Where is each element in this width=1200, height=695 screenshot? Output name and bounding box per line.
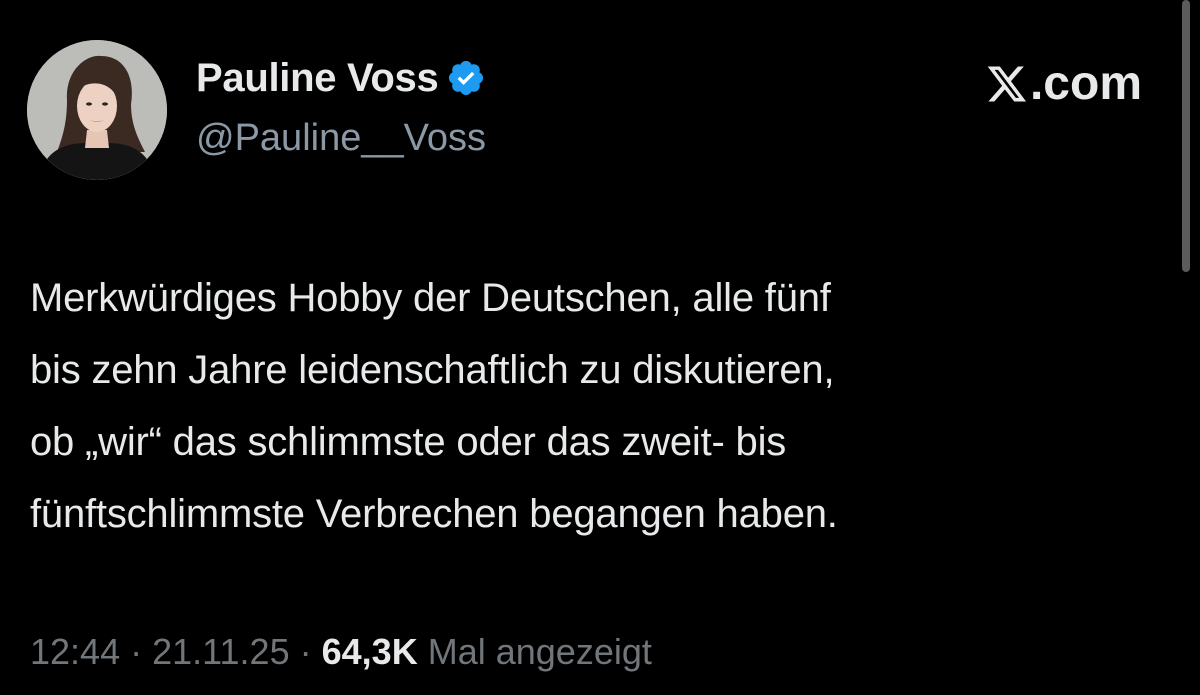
tweet-text-line: bis zehn Jahre leidenschaftlich zu disku… [30,348,835,392]
author-name-row: Pauline Voss [196,52,486,104]
avatar[interactable] [27,40,167,180]
meta-separator: · [130,631,143,672]
tweet-card: Pauline Voss @Pauline__Voss .com Merkwür… [0,0,1200,695]
scrollbar[interactable] [1182,0,1192,272]
tweet-text-line: ob „wir“ das schlimmste oder das zweit- … [30,420,787,464]
verified-badge-icon [446,58,486,98]
scrollbar-thumb[interactable] [1182,0,1190,272]
meta-separator: · [299,631,312,672]
views-label: Mal angezeigt [427,631,652,672]
tweet-meta: 12:44 · 21.11.25 · 64,3K Mal angezeigt [30,628,652,676]
brand-x-letter [986,64,1028,104]
author-display-name[interactable]: Pauline Voss [196,52,439,104]
avatar-photo [27,40,167,180]
author-handle[interactable]: @Pauline__Voss [196,114,486,162]
views-count[interactable]: 64,3K [322,631,418,672]
tweet-text-line: fünftschlimmste Verbrechen begangen habe… [30,492,838,536]
x-logo-icon: .com [986,56,1142,112]
brand-domain: .com [1029,57,1142,110]
tweet-text: Merkwürdiges Hobby der Deutschen, alle f… [30,262,1160,550]
tweet-date[interactable]: 21.11.25 [152,631,289,672]
tweet-text-line: Merkwürdiges Hobby der Deutschen, alle f… [30,276,831,320]
tweet-time[interactable]: 12:44 [30,631,120,672]
